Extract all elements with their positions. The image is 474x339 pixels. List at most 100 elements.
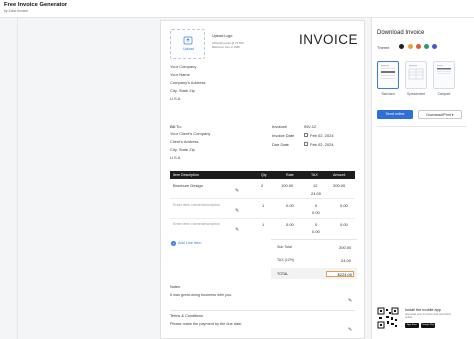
template-label: Spreadsheet [406,92,426,96]
app-store-badge[interactable]: App Store [405,323,419,328]
client-city[interactable]: City, State Zip [170,147,195,152]
from-address[interactable]: Company's Address [170,80,205,85]
from-city[interactable]: City, State Zip [170,88,195,93]
due-date-field[interactable]: Feb 02, 2024 [310,142,334,147]
tax-value: 24.00 [341,258,352,263]
add-line-item-button[interactable]: Add Line Item [178,241,201,245]
item-description-input[interactable]: Enter item name/description [173,222,220,226]
total-amount: 224.00 [339,272,352,277]
item-rate[interactable]: 0.00 [286,222,294,227]
item-tax[interactable]: 0 [315,203,317,208]
tax-label: TAX (12%) [277,258,295,262]
download-title: Download Invoice [377,30,425,36]
client-address[interactable]: Client's Address [170,139,199,144]
col-tax: TAX [311,173,318,177]
qr-pattern [377,307,399,329]
edit-icon[interactable]: ✎ [235,208,239,214]
download-print-button[interactable]: Download/Print ▾ [418,110,462,119]
edit-icon[interactable]: ✎ [235,227,239,233]
col-amount: Amount [333,173,346,177]
subtotal-value: 200.00 [339,245,352,250]
subtotal-label: Sub Total [277,245,292,249]
invoice-date-label: Invoice Date [272,133,295,138]
item-qty[interactable]: 2 [261,183,263,188]
upload-logo-button[interactable]: Upload [170,29,205,59]
mobile-app-desc-2: online. [405,316,413,319]
from-name[interactable]: Your Name [170,72,190,77]
notes-divider [170,310,355,311]
item-description[interactable]: Brochure Design [173,183,203,188]
template-thumbnail [437,65,451,74]
theme-swatch[interactable] [432,44,437,49]
item-rate[interactable]: 0.00 [286,203,294,208]
panel-divider [377,126,467,127]
item-tax-amount: 0.00 [312,210,320,215]
item-tax-amount: 24.00 [311,191,322,196]
template-compact[interactable] [433,61,455,89]
upload-icon [183,36,193,45]
edit-icon[interactable]: ✎ [235,188,239,194]
qr-code [377,307,399,329]
calendar-icon [304,142,308,146]
theme-swatch[interactable] [416,44,421,49]
item-description-input[interactable]: Enter item name/description [173,203,220,207]
items-table-header: Item Description Qty Rate TAX Amount [170,171,355,179]
due-date-label: Due Date [272,142,289,147]
terms-field[interactable]: Please make the payment by the due date. [170,322,242,326]
edit-icon[interactable]: ✎ [348,298,352,304]
item-tax[interactable]: 12 [313,183,317,188]
totals-divider [271,239,357,240]
upload-hint-max: Maximum size of 1MB. [212,45,241,49]
app-subtitle: by Zoho Invoice [4,9,28,13]
bill-to-label: Bill To: [170,124,182,129]
theme-label: Theme [377,45,390,50]
top-header: Free Invoice Generator by Zoho Invoice [0,0,474,18]
mobile-app-title: Install the mobile app [405,308,441,312]
total-value: $224.00 [326,271,354,277]
theme-swatch[interactable] [408,44,413,49]
invoice-number-label: Invoice# [272,124,287,129]
client-company[interactable]: Your Client's Company [170,131,210,136]
template-label: Standard [381,92,395,96]
invoice-number-field[interactable]: INV-12 [304,124,316,129]
calendar-icon [304,133,308,137]
col-description: Item Description [173,173,199,177]
template-thumbnail [381,65,395,79]
item-rate[interactable]: 100.00 [281,183,293,188]
item-tax-amount: 0.00 [312,229,320,234]
col-qty: Qty [261,173,267,177]
invoice-date-field[interactable]: Feb 02, 2024 [310,133,334,138]
row-divider [170,218,355,219]
terms-label: Terms & Conditions [170,314,203,318]
add-icon[interactable]: + [171,241,176,246]
google-play-badge[interactable]: Google Play [421,323,435,328]
item-qty[interactable]: 1 [262,203,264,208]
send-online-button[interactable]: Send online [377,110,413,119]
app-title: Free Invoice Generator [4,2,68,8]
edit-icon[interactable]: ✎ [348,327,352,333]
left-gutter [0,18,18,339]
item-amount: 200.00 [333,183,346,188]
theme-swatch[interactable] [399,44,404,49]
item-tax[interactable]: 0 [315,222,317,227]
item-amount: 0.00 [340,203,348,208]
notes-label: Notes [170,285,180,289]
item-qty[interactable]: 1 [262,222,264,227]
notes-field[interactable]: It was great doing business with you. [170,293,232,297]
col-rate: Rate [286,173,294,177]
from-company[interactable]: Your Company [170,64,196,69]
row-divider [170,198,355,199]
upload-label: Upload [183,47,194,51]
client-country[interactable]: U.S.A [170,155,180,160]
upload-logo-title: Upload Logo [212,34,233,38]
invoice-title[interactable]: INVOICE [299,32,358,47]
download-label: Download/Print [426,113,451,117]
theme-swatch[interactable] [424,44,429,49]
template-thumbnail [408,65,424,80]
item-amount: 0.00 [340,222,348,227]
from-country[interactable]: U.S.A [170,96,180,101]
template-spreadsheet[interactable] [405,61,427,89]
chevron-down-icon: ▾ [451,113,454,117]
template-standard[interactable] [377,61,399,89]
total-label: TOTAL [277,272,289,276]
